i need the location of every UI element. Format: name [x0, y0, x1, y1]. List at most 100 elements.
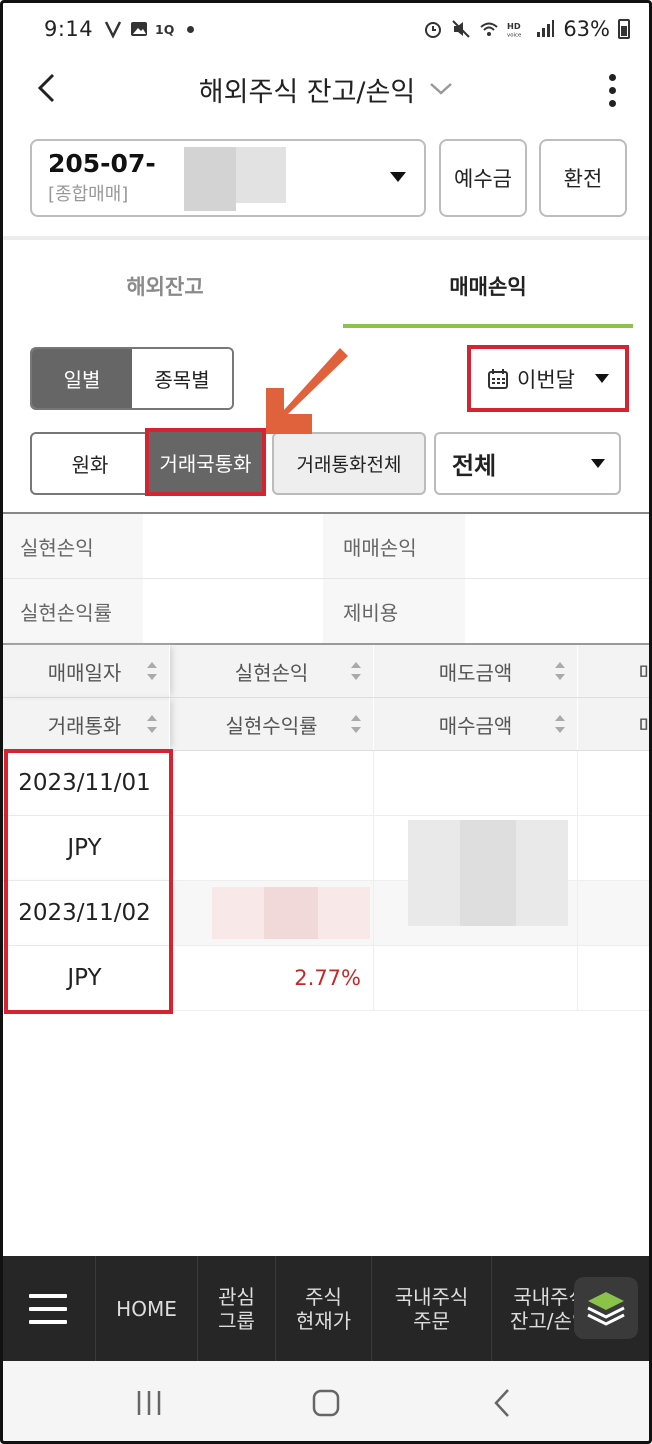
- svg-text:1Q: 1Q: [155, 22, 174, 37]
- chevron-down-icon: [430, 83, 453, 95]
- status-time: 9:14: [44, 17, 94, 41]
- header-more[interactable]: 매: [578, 645, 652, 697]
- tab-trade-pl[interactable]: 매매손익: [343, 240, 633, 332]
- masked-account-digits: [184, 147, 236, 211]
- daily-toggle[interactable]: 일별: [32, 349, 132, 408]
- hamburger-line-icon: [28, 1306, 67, 1311]
- realized-rate-label: 실현손익률: [0, 579, 143, 643]
- by-stock-toggle[interactable]: 종목별: [132, 349, 232, 408]
- deposit-button[interactable]: 예수금: [439, 139, 527, 217]
- battery-icon: [618, 19, 630, 39]
- header-sell-amount-label: 매도금액: [438, 660, 513, 685]
- more-dot-icon: [608, 73, 616, 81]
- more-menu-button[interactable]: [600, 68, 624, 112]
- sell-amount-cell: [374, 751, 578, 815]
- hd-voice-icon: HDvoice: [507, 21, 522, 38]
- table-header-row: 거래통화 실현수익률 매수금액 매: [0, 698, 652, 751]
- buy-amount-cell: [374, 946, 578, 1010]
- mute-icon: [452, 20, 471, 38]
- view-toggle: 일별 종목별: [30, 347, 234, 410]
- header-realized-pl[interactable]: 실현손익: [170, 645, 374, 697]
- header-trade-date-label: 매매일자: [47, 660, 122, 685]
- nav-watchlist[interactable]: 관심 그룹: [198, 1256, 276, 1361]
- svg-text:HD: HD: [507, 21, 521, 31]
- status-bar: 9:14 1Q HD voice 63%: [0, 0, 652, 58]
- summary-row: 실현손익률 제비용: [0, 579, 652, 644]
- summary-grid: 실현손익 매매손익 실현손익률 제비용: [0, 512, 652, 644]
- sort-icon: [555, 715, 565, 733]
- header-realized-rate-label: 실현수익률: [225, 713, 318, 738]
- trade-pl-value: [465, 514, 652, 578]
- account-selector[interactable]: 205-07- [종합매매]: [30, 139, 426, 217]
- period-selector[interactable]: 이번달: [467, 345, 629, 412]
- currency-won-button[interactable]: 원화: [30, 432, 150, 495]
- alarm-icon: [425, 22, 442, 38]
- masked-amount: [264, 887, 318, 939]
- nav-stock-quote[interactable]: 주식 현재가: [276, 1256, 372, 1361]
- nav-domestic-order[interactable]: 국내주식 주문: [372, 1256, 492, 1361]
- hamburger-line-icon: [28, 1293, 67, 1298]
- filter-select[interactable]: 전체: [434, 432, 621, 495]
- header-buy-amount-label: 매수금액: [438, 713, 513, 738]
- header-realized-rate[interactable]: 실현수익률: [170, 698, 374, 750]
- exchange-button[interactable]: 환전: [539, 139, 627, 217]
- dropdown-caret-icon: [591, 459, 605, 468]
- realized-rate-value: [143, 579, 323, 643]
- nav-home[interactable]: HOME: [96, 1256, 198, 1361]
- sort-icon: [147, 715, 157, 733]
- back-arrow-icon: [494, 1388, 510, 1417]
- header-sell-amount[interactable]: 매도금액: [374, 645, 578, 697]
- period-label: 이번달: [517, 367, 575, 392]
- realized-rate-cell: [170, 816, 374, 880]
- table-cell: [578, 816, 652, 880]
- highlight-box: [4, 749, 173, 1014]
- system-back-button[interactable]: [473, 1378, 533, 1428]
- screen-selector[interactable]: 해외주식 잔고/손익: [199, 70, 453, 109]
- header-trade-currency[interactable]: 거래통화: [0, 698, 170, 750]
- system-nav-bar: [0, 1361, 652, 1444]
- table-cell: [578, 881, 652, 945]
- recent-apps-button[interactable]: [119, 1378, 179, 1428]
- header-trade-date[interactable]: 매매일자: [0, 645, 170, 697]
- back-button[interactable]: [26, 68, 66, 108]
- dropdown-caret-icon: [595, 374, 609, 383]
- wifi-icon: [480, 22, 498, 36]
- realized-pl-cell: [170, 751, 374, 815]
- header-more[interactable]: 매: [578, 698, 652, 750]
- fees-label: 제비용: [323, 579, 465, 643]
- sort-icon: [351, 715, 361, 733]
- recent-apps-icon: [137, 1390, 160, 1415]
- more-dot-icon: [608, 86, 616, 94]
- app-icon: 1Q: [155, 22, 174, 37]
- quick-menu-button[interactable]: [574, 1277, 638, 1339]
- app-header: 해외주식 잔고/손익: [0, 58, 652, 120]
- table-cell: [578, 946, 652, 1010]
- sort-icon: [147, 662, 157, 680]
- signal-icon: [537, 20, 555, 37]
- page-title: 해외주식 잔고/손익: [198, 76, 416, 108]
- calendar-icon: [488, 368, 508, 389]
- table-header-row: 매매일자 실현손익 매도금액 매: [0, 645, 652, 698]
- tab-bar: 해외잔고 매매손익: [0, 240, 652, 332]
- realized-pl-label: 실현손익: [0, 514, 143, 578]
- gallery-icon: [131, 22, 148, 36]
- notification-icon: [105, 21, 122, 39]
- battery-percent: 63%: [563, 17, 610, 41]
- trade-pl-label: 매매손익: [323, 514, 465, 578]
- hamburger-line-icon: [28, 1319, 67, 1324]
- header-trade-currency-label: 거래통화: [47, 713, 122, 738]
- header-more-label: 매: [639, 657, 651, 686]
- tab-overseas-balance[interactable]: 해외잔고: [20, 240, 310, 332]
- sort-icon: [555, 662, 565, 680]
- more-dot-icon: [608, 99, 616, 107]
- more-notifications-dot: [187, 25, 195, 33]
- bottom-nav: HOME 관심 그룹 주식 현재가 국내주식 주문 국내주식 잔고/손익: [0, 1256, 652, 1361]
- masked-amount: [460, 820, 516, 926]
- realized-rate-cell: 2.77%: [170, 946, 374, 1010]
- header-buy-amount[interactable]: 매수금액: [374, 698, 578, 750]
- home-button[interactable]: [296, 1378, 356, 1428]
- chevron-left-icon: [37, 73, 55, 103]
- layers-icon: [587, 1292, 625, 1326]
- currency-trade-country-button[interactable]: 거래국통화: [145, 428, 266, 496]
- menu-button[interactable]: [0, 1256, 96, 1361]
